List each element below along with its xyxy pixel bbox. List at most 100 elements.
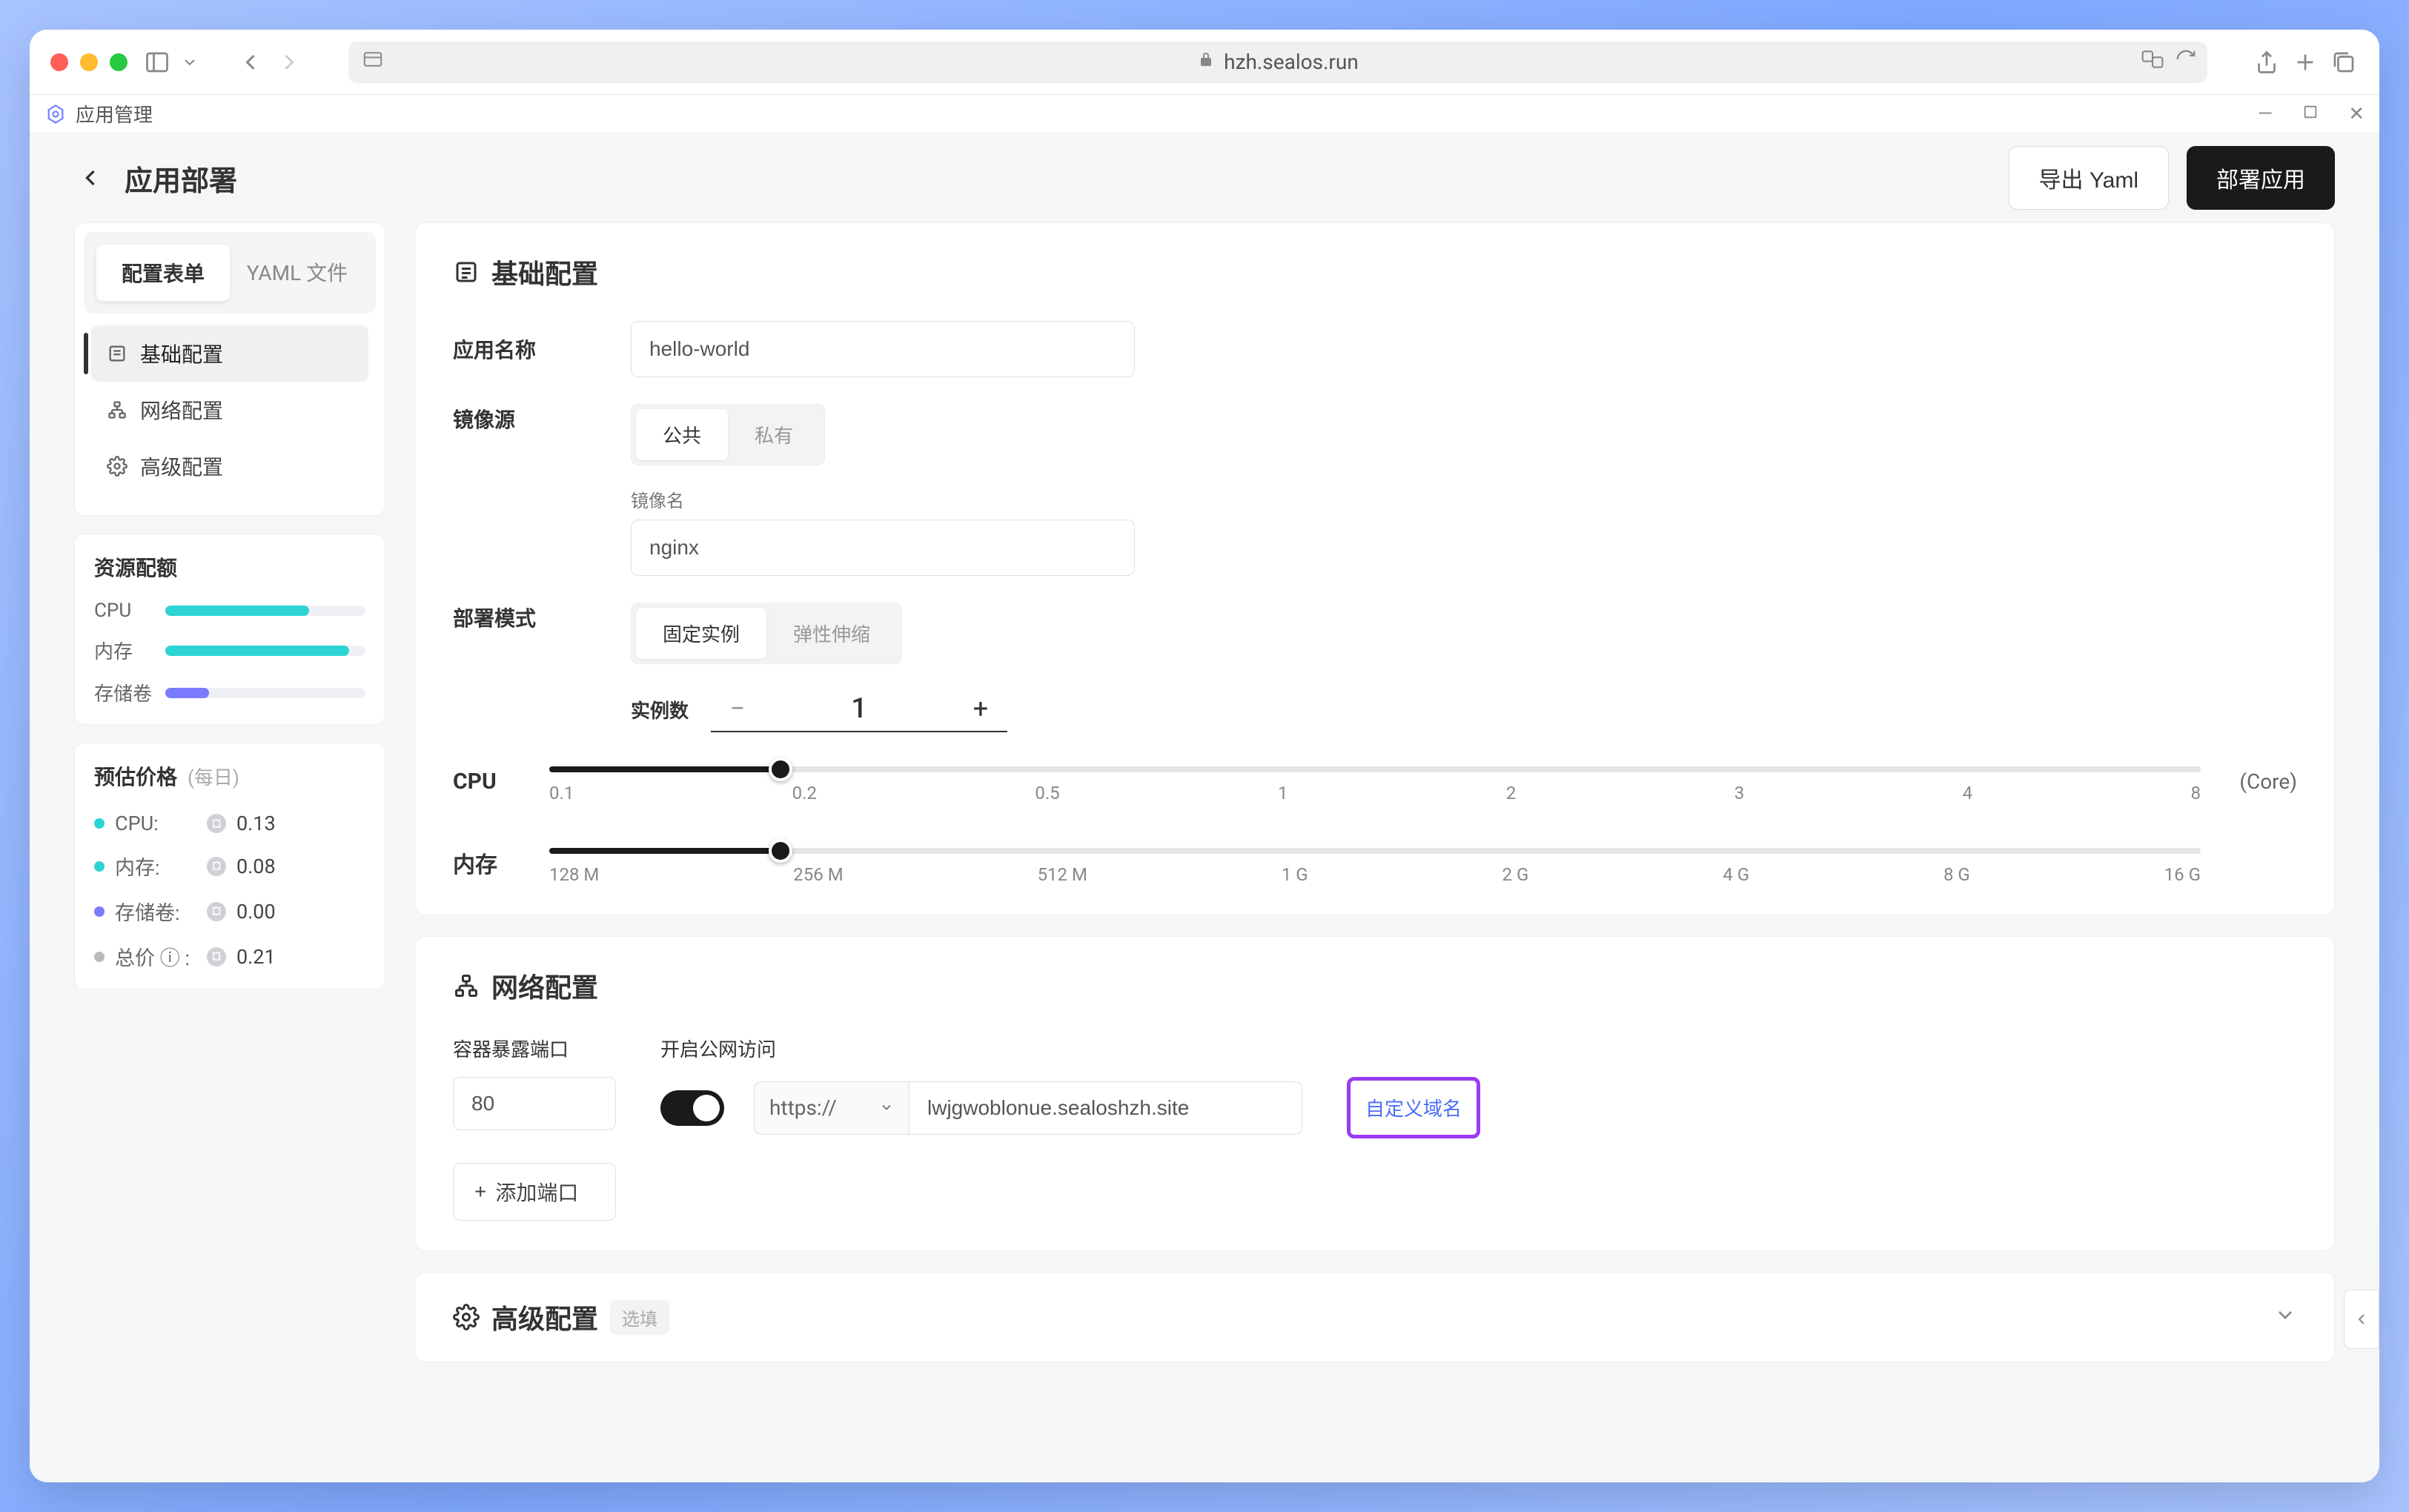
inner-maximize-icon[interactable] — [2302, 103, 2319, 125]
network-icon — [106, 399, 128, 421]
public-access-switch[interactable] — [660, 1090, 724, 1126]
basic-config-panel: 基础配置 应用名称 镜像源 公共 私有 镜像名 — [415, 222, 2335, 915]
image-source-public[interactable]: 公共 — [636, 409, 728, 460]
app-name-input[interactable] — [631, 321, 1135, 377]
deploy-mode-elastic[interactable]: 弹性伸缩 — [766, 608, 897, 659]
image-source-label: 镜像源 — [453, 404, 601, 434]
price-cpu-label: CPU: — [115, 812, 196, 835]
reload-icon[interactable] — [2175, 48, 2197, 76]
add-port-button[interactable]: + 添加端口 — [453, 1163, 616, 1221]
maximize-window-icon[interactable] — [110, 53, 127, 71]
instances-stepper: − 1 + — [711, 686, 1007, 732]
list-icon — [106, 342, 128, 365]
app-tab-title: 应用管理 — [76, 100, 153, 127]
chevron-down-icon[interactable] — [181, 47, 199, 77]
deploy-mode-fixed[interactable]: 固定实例 — [636, 608, 766, 659]
app-tab-bar: 应用管理 — ✕ — [30, 95, 2379, 133]
stepper-minus[interactable]: − — [723, 694, 752, 723]
sidebar-item-label: 高级配置 — [140, 451, 223, 481]
close-window-icon[interactable] — [50, 53, 68, 71]
stepper-plus[interactable]: + — [966, 694, 995, 723]
price-storage-value: 0.00 — [236, 900, 276, 924]
advanced-config-panel[interactable]: 高级配置 选填 — [415, 1272, 2335, 1362]
dot-icon — [94, 818, 105, 829]
dot-icon — [94, 861, 105, 872]
sidebar-toggle-icon[interactable] — [142, 47, 172, 77]
inner-minimize-icon[interactable]: — — [2258, 103, 2273, 125]
price-cpu-value: 0.13 — [236, 812, 276, 835]
deploy-button[interactable]: 部署应用 — [2187, 146, 2335, 210]
quota-cpu-bar — [165, 606, 365, 616]
nav-forward-icon[interactable] — [274, 47, 304, 77]
network-icon — [453, 972, 480, 999]
text-size-icon[interactable] — [362, 48, 384, 76]
price-mem-value: 0.08 — [236, 855, 276, 878]
tabs-icon[interactable] — [2329, 47, 2359, 77]
deploy-mode-toggle: 固定实例 弹性伸缩 — [631, 603, 902, 664]
quota-cpu-label: CPU — [94, 600, 153, 622]
instances-label: 实例数 — [631, 696, 689, 723]
sidebar-item-network[interactable]: 网络配置 — [91, 382, 368, 438]
nav-back-icon[interactable] — [236, 47, 265, 77]
optional-badge: 选填 — [610, 1300, 669, 1335]
slider-thumb[interactable] — [769, 839, 792, 863]
tab-config-form[interactable]: 配置表单 — [96, 244, 231, 302]
url-text: hzh.sealos.run — [1224, 50, 1359, 74]
export-yaml-button[interactable]: 导出 Yaml — [2009, 146, 2169, 210]
mem-slider-label: 内存 — [453, 846, 527, 879]
sidebar-item-label: 网络配置 — [140, 395, 223, 425]
coin-icon: ¤ — [207, 814, 226, 833]
quota-title: 资源配额 — [94, 552, 365, 582]
sidebar-tabs: 配置表单 YAML 文件 — [88, 236, 371, 309]
quota-mem-label: 内存 — [94, 637, 153, 664]
image-source-private[interactable]: 私有 — [728, 409, 820, 460]
slider-thumb[interactable] — [769, 757, 792, 781]
browser-toolbar: hzh.sealos.run — [30, 30, 2379, 95]
port-label: 容器暴露端口 — [453, 1035, 616, 1062]
list-icon — [453, 259, 480, 285]
inner-close-icon[interactable]: ✕ — [2348, 103, 2365, 125]
cpu-slider-unit: (Core) — [2223, 769, 2297, 794]
dot-icon — [94, 906, 105, 917]
quota-card: 资源配额 CPU 内存 存储卷 — [74, 534, 385, 725]
dot-icon — [94, 952, 105, 962]
share-icon[interactable] — [2252, 47, 2282, 77]
sidebar-item-label: 基础配置 — [140, 339, 223, 368]
network-config-panel: 网络配置 容器暴露端口 + 添加端口 开启公网访问 — [415, 936, 2335, 1251]
cpu-slider-label: CPU — [453, 769, 527, 795]
price-storage-label: 存储卷: — [115, 897, 196, 926]
traffic-lights — [50, 53, 127, 71]
collapse-drawer-button[interactable] — [2344, 1290, 2379, 1349]
network-panel-title: 网络配置 — [491, 966, 598, 1005]
app-name-label: 应用名称 — [453, 334, 601, 364]
instances-value: 1 — [851, 692, 867, 725]
cpu-slider[interactable] — [549, 766, 2201, 772]
advanced-panel-title: 高级配置 — [491, 1298, 598, 1336]
back-button[interactable] — [74, 162, 107, 194]
new-tab-icon[interactable] — [2290, 47, 2320, 77]
quota-storage-bar — [165, 688, 365, 698]
minimize-window-icon[interactable] — [80, 53, 98, 71]
gear-icon — [106, 455, 128, 477]
deploy-mode-label: 部署模式 — [453, 603, 601, 632]
tab-yaml-file[interactable]: YAML 文件 — [231, 244, 364, 302]
price-total-label: 总价 ⓘ : — [115, 942, 196, 971]
chevron-down-icon[interactable] — [2273, 1303, 2297, 1332]
protocol-select[interactable]: https:// — [754, 1081, 909, 1135]
price-mem-label: 内存: — [115, 852, 196, 881]
pricing-title: 预估价格 — [94, 761, 177, 791]
domain-input[interactable] — [909, 1081, 1302, 1135]
sidebar-item-basic[interactable]: 基础配置 — [91, 325, 368, 382]
sidebar-item-advanced[interactable]: 高级配置 — [91, 438, 368, 494]
coin-icon: ¤ — [207, 857, 226, 876]
custom-domain-button[interactable]: 自定义域名 — [1347, 1077, 1480, 1138]
translate-icon[interactable] — [2141, 47, 2164, 76]
port-input[interactable] — [453, 1077, 616, 1130]
url-bar[interactable]: hzh.sealos.run — [348, 42, 2207, 83]
image-name-label: 镜像名 — [631, 486, 1135, 512]
mem-slider[interactable] — [549, 848, 2201, 854]
pricing-card: 预估价格 (每日) CPU: ¤ 0.13 内存: ¤ 0.08 — [74, 743, 385, 989]
pricing-period: (每日) — [188, 763, 239, 790]
image-name-input[interactable] — [631, 520, 1135, 576]
plus-icon: + — [474, 1180, 486, 1204]
